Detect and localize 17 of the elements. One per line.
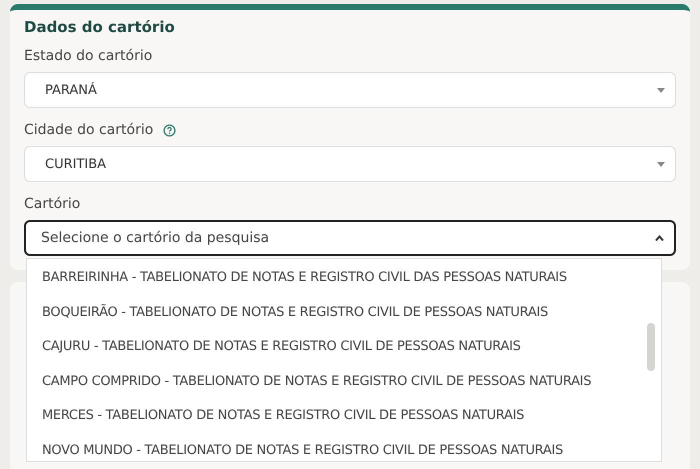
dropdown-option[interactable]: CAMPO COMPRIDO - TABELIONATO DE NOTAS E REGISTRO CIVIL DE PESSOAS NATURAIS xyxy=(27,364,661,399)
caret-down-icon xyxy=(657,162,665,166)
dropdown-option[interactable]: BOQUEIRÃO - TABELIONATO DE NOTAS E REGISTRO CIVIL DE PESSOAS NATURAIS xyxy=(27,296,661,330)
help-icon[interactable] xyxy=(163,124,176,136)
dropdown-option[interactable]: MERCES - TABELIONATO DE NOTAS E REGISTRO CIVIL DE PESSOAS NATURAIS xyxy=(27,399,661,434)
field-label: Cidade do cartório xyxy=(24,122,154,138)
dropdown-option[interactable]: BARREIRINHA - TABELIONATO DE NOTAS E REGISTRO CIVIL DAS PESSOAS NATURAIS xyxy=(27,261,661,296)
dropdown-option[interactable]: NOVO MUNDO - TABELIONATO DE NOTAS E REGISTRO CIVIL DE PESSOAS NATURAIS xyxy=(27,434,661,461)
caret-down-icon xyxy=(657,88,665,92)
select-field[interactable]: PARANÁ xyxy=(24,72,676,108)
field-label: Estado do cartório xyxy=(24,48,152,64)
caret-up-icon xyxy=(655,235,664,241)
dropdown-option[interactable]: CAJURU - TABELIONATO DE NOTAS E REGISTRO CIVIL DE PESSOAS NATURAIS xyxy=(27,330,661,364)
select-field[interactable]: CURITIBA xyxy=(24,146,676,182)
field-label: Cartório xyxy=(24,196,80,212)
section-title: Dados do cartório xyxy=(24,18,176,36)
scrollbar[interactable] xyxy=(647,323,655,371)
